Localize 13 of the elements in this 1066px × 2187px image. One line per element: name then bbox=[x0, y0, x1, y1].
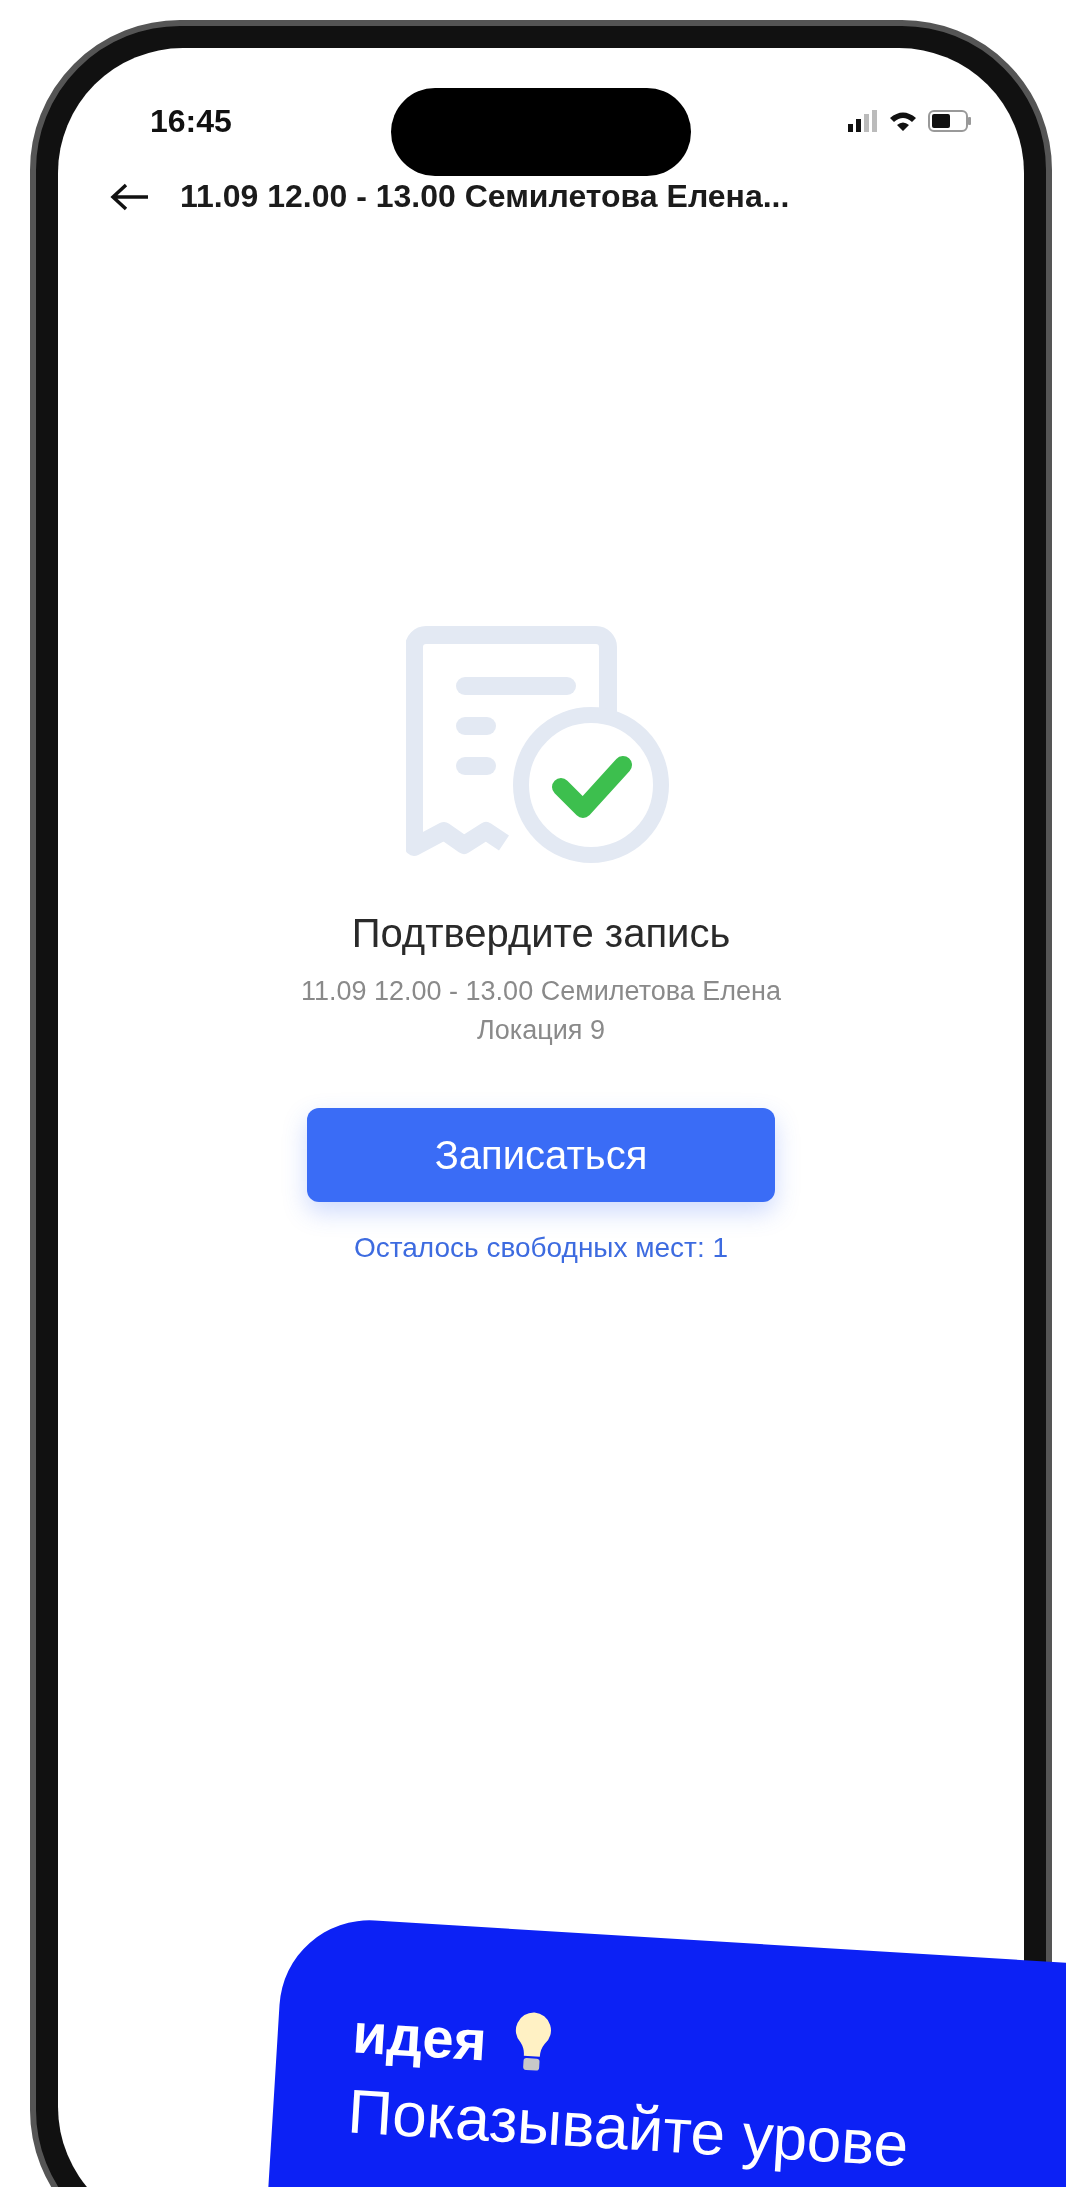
banner-text: Показывайте урове bbox=[346, 2075, 912, 2182]
booking-detail: 11.09 12.00 - 13.00 Семилетова Елена bbox=[300, 976, 782, 1007]
page-title: 11.09 12.00 - 13.00 Семилетова Елена... bbox=[180, 178, 790, 215]
wifi-icon bbox=[888, 110, 918, 132]
status-time: 16:45 bbox=[150, 102, 232, 140]
banner-heading: идея bbox=[351, 1999, 489, 2073]
battery-icon bbox=[928, 110, 972, 132]
seats-left-text: Осталось свободных мест: 1 bbox=[353, 1232, 729, 1264]
confirm-title: Подтвердите запись bbox=[351, 911, 731, 956]
signal-icon bbox=[848, 110, 878, 132]
booking-detail: Локация 9 bbox=[477, 1015, 605, 1046]
sign-up-button[interactable]: Записаться bbox=[307, 1108, 775, 1202]
back-button[interactable] bbox=[110, 182, 150, 211]
